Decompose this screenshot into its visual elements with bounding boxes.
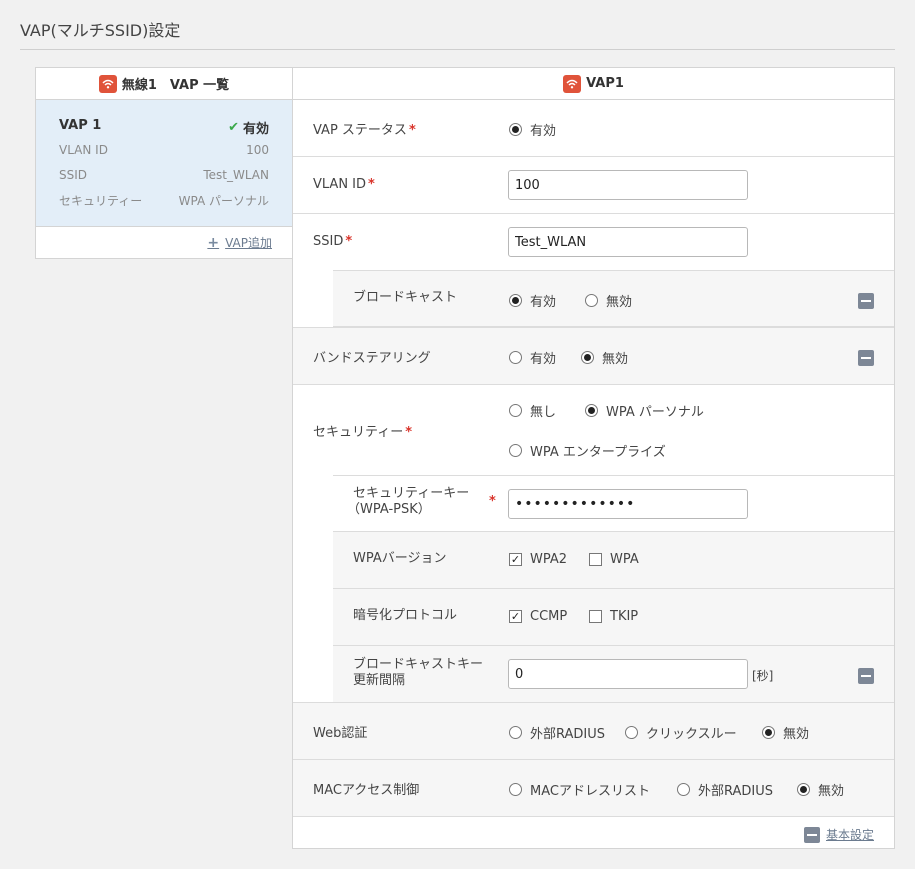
mac-access-label: MACアクセス制御: [313, 783, 420, 798]
collapse-icon[interactable]: [858, 668, 874, 684]
vap-card-value: 100: [246, 143, 269, 157]
vap-status-enabled-radio[interactable]: 有効: [509, 120, 556, 139]
mac-access-row: MACアクセス制御 MACアドレスリスト 外部RADIUS 無効: [293, 760, 894, 817]
broadcast-label: ブロードキャスト: [353, 290, 458, 305]
encryption-label: 暗号化プロトコル: [353, 608, 458, 623]
vap-list-panel: 無線1 VAP 一覧 VAP 1 ✔ 有効 VLAN ID 100 SSID Te…: [35, 67, 293, 259]
collapse-icon: [803, 826, 820, 843]
security-key-row: セキュリティーキー （WPA-PSK） *: [333, 475, 894, 532]
broadcast-disabled-radio[interactable]: 無効: [585, 291, 632, 310]
web-auth-row: Web認証 外部RADIUS クリックスルー 無効: [293, 703, 894, 760]
ssid-label: SSID *: [313, 234, 353, 249]
vlan-id-row: VLAN ID *: [293, 157, 894, 214]
security-label: セキュリティー *: [313, 425, 413, 440]
web-auth-radius-radio[interactable]: 外部RADIUS: [509, 723, 605, 742]
vap-settings-panel: VAP1 VAP ステータス* 有効 VLAN ID* SSID* ブロードキャ…: [292, 67, 895, 849]
vap-card-vap1[interactable]: VAP 1 ✔ 有効 VLAN ID 100 SSID Test_WLAN セキュ…: [36, 100, 292, 227]
seconds-unit: [秒]: [752, 669, 774, 683]
vap-card-value: Test_WLAN: [203, 168, 269, 182]
ssid-row: SSID *: [293, 214, 894, 271]
mac-access-disabled-radio[interactable]: 無効: [797, 780, 844, 799]
broadcast-key-row: ブロードキャストキー更新間隔 [秒]: [333, 646, 894, 703]
band-steering-label: バンドステアリング: [313, 351, 431, 366]
vap-status-label: VAP ステータス *: [313, 123, 416, 138]
vap-status-row: VAP ステータス * 有効: [293, 100, 894, 157]
security-row: セキュリティー * 無し WPA パーソナル WPA エンタープライズ: [293, 385, 894, 476]
check-icon: ✔: [228, 120, 239, 135]
collapse-icon[interactable]: [858, 350, 874, 366]
vap-card-value: WPA パーソナル: [178, 194, 269, 208]
mac-access-radius-radio[interactable]: 外部RADIUS: [677, 780, 773, 799]
encryption-row: 暗号化プロトコル ✓ CCMP TKIP: [333, 589, 894, 646]
broadcast-enabled-radio[interactable]: 有効: [509, 291, 556, 310]
add-vap-link[interactable]: + VAP追加: [207, 234, 272, 251]
wpa2-checkbox[interactable]: ✓ WPA2: [509, 552, 567, 567]
plus-icon: +: [207, 234, 220, 251]
ccmp-checkbox[interactable]: ✓ CCMP: [509, 609, 567, 624]
vap-card-name: VAP 1: [59, 118, 102, 133]
vap-card-key: SSID: [59, 168, 88, 182]
security-none-radio[interactable]: 無し: [509, 401, 556, 420]
vlan-id-field[interactable]: [508, 170, 748, 200]
vap-settings-header: VAP1: [293, 68, 894, 100]
collapse-icon[interactable]: [858, 293, 874, 309]
security-wpa-enterprise-radio[interactable]: WPA エンタープライズ: [509, 441, 666, 460]
basic-settings-link[interactable]: 基本設定: [803, 826, 874, 843]
broadcast-row: ブロードキャスト 有効 無効: [333, 270, 894, 327]
tkip-checkbox[interactable]: TKIP: [589, 609, 638, 624]
vap-card-key: VLAN ID: [59, 143, 108, 157]
wifi-icon: [98, 74, 117, 93]
required-mark: *: [489, 494, 496, 509]
ssid-field[interactable]: [508, 227, 748, 257]
vap-list-title: 無線1 VAP 一覧: [121, 78, 230, 93]
broadcast-key-interval-field[interactable]: [508, 659, 748, 689]
vap-settings-title: VAP1: [586, 76, 624, 91]
page-title: VAP(マルチSSID)設定: [20, 21, 181, 40]
title-divider: [20, 49, 895, 50]
security-key-field[interactable]: [508, 489, 748, 519]
security-key-label: セキュリティーキー （WPA-PSK）: [347, 486, 470, 517]
wpa-version-label: WPAバージョン: [353, 551, 447, 566]
web-auth-clickthrough-radio[interactable]: クリックスルー: [625, 723, 737, 742]
vap-card-status: ✔ 有効: [228, 120, 269, 137]
mac-address-list-radio[interactable]: MACアドレスリスト: [509, 780, 650, 799]
wifi-icon: [563, 74, 582, 93]
wpa-checkbox[interactable]: WPA: [589, 552, 639, 567]
web-auth-disabled-radio[interactable]: 無効: [762, 723, 809, 742]
band-steering-disabled-radio[interactable]: 無効: [581, 348, 628, 367]
band-steering-enabled-radio[interactable]: 有効: [509, 348, 556, 367]
wpa-version-row: WPAバージョン ✓ WPA2 WPA: [333, 532, 894, 589]
band-steering-row: バンドステアリング 有効 無効: [293, 328, 894, 385]
broadcast-key-label: ブロードキャストキー 更新間隔: [353, 657, 484, 688]
vap-list-header: 無線1 VAP 一覧: [36, 68, 292, 100]
web-auth-label: Web認証: [313, 726, 368, 741]
vap-card-key: セキュリティー: [59, 194, 143, 208]
vlan-id-label: VLAN ID *: [313, 177, 375, 192]
security-wpa-personal-radio[interactable]: WPA パーソナル: [585, 401, 704, 420]
